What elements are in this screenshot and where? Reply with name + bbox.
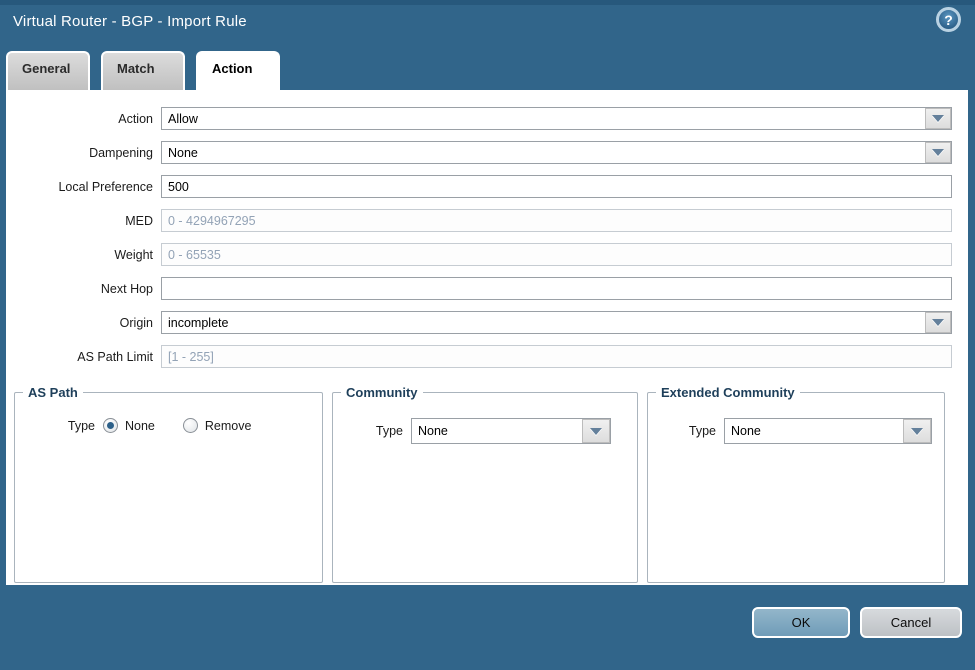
chevron-down-icon [590, 427, 602, 435]
tab-action-label: Action [212, 61, 253, 76]
dampening-dropdown-button[interactable] [925, 142, 951, 163]
local-preference-input[interactable] [161, 175, 952, 198]
next-hop-field [161, 277, 952, 300]
action-select[interactable] [161, 107, 952, 130]
as-path-limit-input[interactable] [161, 345, 952, 368]
tab-general[interactable]: General [6, 51, 90, 90]
help-glyph: ? [944, 11, 953, 28]
dampening-row: Dampening [6, 141, 968, 164]
extended-community-dropdown-button[interactable] [903, 419, 931, 443]
radio-remove-button[interactable] [182, 418, 198, 433]
origin-dropdown[interactable] [161, 311, 952, 334]
action-label: Action [118, 111, 153, 126]
community-type-row: Type [333, 418, 637, 444]
extended-community-legend: Extended Community [661, 385, 795, 400]
dialog-title: Virtual Router - BGP - Import Rule [13, 13, 247, 30]
as-path-type-row: Type None Remove [15, 418, 322, 433]
origin-dropdown-button[interactable] [925, 312, 951, 333]
dampening-dropdown[interactable] [161, 141, 952, 164]
weight-field [161, 243, 952, 266]
tab-general-label: General [22, 61, 71, 76]
tab-action[interactable]: Action [196, 51, 280, 90]
next-hop-row: Next Hop [6, 277, 968, 300]
med-field [161, 209, 952, 232]
radio-remove-label: Remove [204, 418, 252, 433]
extended-community-type-select[interactable] [724, 418, 932, 444]
weight-row: Weight [6, 243, 968, 266]
community-section: Community Type [332, 385, 638, 583]
community-type-label: Type [375, 424, 403, 438]
tab-bar: General Match Action [6, 51, 280, 90]
chevron-down-icon [932, 115, 944, 122]
dampening-select[interactable] [161, 141, 952, 164]
community-legend: Community [346, 385, 418, 400]
action-tab-panel: Action Dampening Local Preference [6, 90, 968, 585]
as-path-section: AS Path Type None Remove [14, 385, 323, 583]
community-type-select[interactable] [411, 418, 611, 444]
origin-label: Origin [119, 315, 153, 330]
origin-row: Origin [6, 311, 968, 334]
as-path-limit-label: AS Path Limit [77, 349, 153, 364]
radio-none-button[interactable] [103, 418, 118, 433]
dampening-label: Dampening [89, 145, 153, 160]
med-row: MED [6, 209, 968, 232]
chevron-down-icon [911, 427, 923, 435]
extended-community-section: Extended Community Type [647, 385, 945, 583]
local-preference-label: Local Preference [58, 179, 153, 194]
radio-none-label: None [125, 418, 155, 433]
as-path-type-radio-group: None Remove [103, 418, 251, 433]
as-path-limit-row: AS Path Limit [6, 345, 968, 368]
action-dropdown-button[interactable] [925, 108, 951, 129]
as-path-limit-field [161, 345, 952, 368]
extended-community-type-label: Type [688, 424, 716, 438]
tab-match[interactable]: Match [101, 51, 185, 90]
weight-label: Weight [114, 247, 153, 262]
extended-community-type-dropdown[interactable] [724, 418, 932, 444]
extended-community-type-row: Type [648, 418, 944, 444]
sections-row: AS Path Type None Remove Community Type [14, 385, 945, 583]
titlebar-top-strip [0, 0, 975, 5]
ok-button[interactable]: OK [752, 607, 850, 638]
action-row: Action [6, 107, 968, 130]
chevron-down-icon [932, 319, 944, 326]
help-icon[interactable]: ? [936, 7, 961, 32]
local-preference-field [161, 175, 952, 198]
next-hop-label: Next Hop [100, 281, 153, 296]
origin-select[interactable] [161, 311, 952, 334]
weight-input[interactable] [161, 243, 952, 266]
form-area: Action Dampening Local Preference [6, 90, 968, 368]
tab-match-label: Match [117, 61, 155, 76]
med-input[interactable] [161, 209, 952, 232]
as-path-type-label: Type [67, 418, 95, 433]
cancel-button[interactable]: Cancel [860, 607, 962, 638]
community-type-dropdown[interactable] [411, 418, 611, 444]
chevron-down-icon [932, 149, 944, 156]
next-hop-input[interactable] [161, 277, 952, 300]
as-path-legend: AS Path [28, 385, 78, 400]
action-dropdown[interactable] [161, 107, 952, 130]
local-preference-row: Local Preference [6, 175, 968, 198]
med-label: MED [125, 213, 153, 228]
community-dropdown-button[interactable] [582, 419, 610, 443]
